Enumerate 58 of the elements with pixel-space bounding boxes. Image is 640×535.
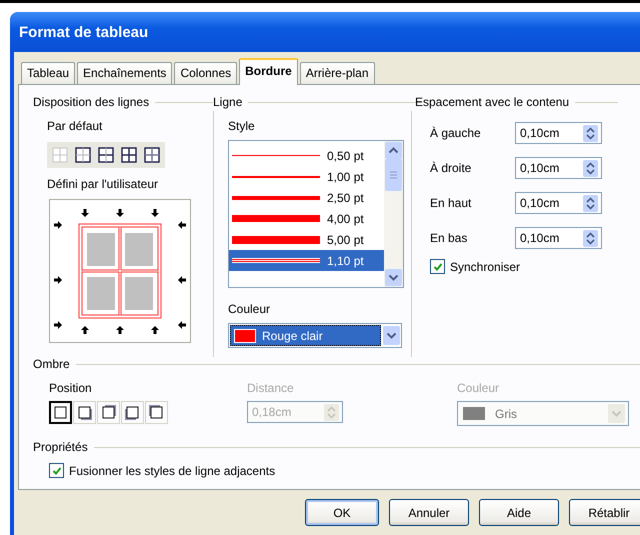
field-label: Position — [49, 381, 93, 395]
scroll-down-icon[interactable] — [385, 269, 402, 286]
scroll-thumb-icon[interactable] — [385, 159, 402, 191]
scroll-up-icon[interactable] — [385, 142, 402, 159]
line-style-option[interactable]: 0,50 pt — [229, 145, 384, 166]
dialog-button[interactable]: OK — [305, 499, 379, 526]
scrollbar[interactable] — [384, 141, 403, 287]
dialog-button[interactable]: Annuler — [389, 499, 469, 526]
field-label: Style — [227, 119, 256, 133]
section-heading: Ombre — [33, 357, 70, 371]
section-heading: Propriétés — [33, 440, 88, 454]
checkbox[interactable] — [430, 259, 445, 274]
spin-field[interactable]: 0,10cm — [515, 192, 602, 214]
spin-arrows-icon[interactable] — [583, 160, 598, 176]
spin-arrows-icon[interactable] — [583, 194, 598, 212]
spin-arrows-icon[interactable] — [583, 124, 598, 142]
checkbox-label: Fusionner les styles de ligne adjacents — [69, 464, 276, 478]
border-preview-drawing[interactable] — [49, 199, 191, 343]
spin-field[interactable]: 0,10cm — [515, 157, 602, 179]
shadow-position-icon[interactable] — [49, 401, 72, 424]
line-style-option[interactable]: 4,00 pt — [229, 208, 384, 229]
tab[interactable]: Enchaînements — [77, 62, 172, 84]
field-label: Défini par l'utilisateur — [46, 177, 160, 191]
shadow-position-icon[interactable] — [73, 401, 96, 424]
spin-field[interactable]: 0,10cm — [515, 122, 602, 144]
check-icon — [432, 262, 442, 272]
field-label: À droite — [430, 161, 472, 175]
field-label: Couleur — [227, 302, 272, 316]
line-style-option[interactable]: 1,10 pt — [229, 250, 384, 271]
field-label: Par défaut — [46, 119, 104, 133]
field-label: En haut — [430, 196, 472, 210]
spin-field[interactable]: 0,10cm — [515, 227, 602, 249]
tab[interactable]: Bordure — [239, 58, 298, 85]
tab[interactable]: Tableau — [21, 62, 76, 84]
section-heading: Disposition des lignes — [33, 95, 150, 109]
line-style-list[interactable]: 0,50 pt 1,00 pt 2,50 pt 4,00 pt 5,00 pt 1,10 pt — [228, 140, 404, 288]
spin-arrows-icon[interactable] — [583, 230, 598, 246]
line-style-option[interactable]: 1,00 pt — [229, 166, 384, 187]
shadow-position-icon[interactable] — [145, 401, 168, 424]
field-label: À gauche — [430, 126, 481, 140]
tab[interactable]: Colonnes — [174, 62, 238, 84]
field-label: Couleur — [457, 381, 500, 395]
line-style-option[interactable]: 5,00 pt — [229, 229, 384, 250]
check-icon — [52, 466, 62, 476]
color-dropdown[interactable]: Rouge clair — [228, 323, 402, 348]
window-title: Format de tableau — [10, 12, 640, 52]
checkbox-label: Synchroniser — [450, 260, 520, 274]
dialog-button[interactable]: Rétablir — [569, 499, 640, 526]
shadow-position-icon[interactable] — [97, 401, 120, 424]
line-style-option[interactable]: 2,50 pt — [229, 187, 384, 208]
checkbox[interactable] — [49, 463, 64, 478]
section-heading: Ligne — [213, 95, 242, 109]
dialog-button[interactable]: Aide — [479, 499, 559, 526]
tab[interactable]: Arrière-plan — [300, 62, 375, 84]
shadow-position-icon[interactable] — [121, 401, 144, 424]
section-heading: Espacement avec le contenu — [415, 95, 570, 109]
field-label: Distance — [247, 381, 295, 395]
field-label: En bas — [430, 231, 468, 245]
